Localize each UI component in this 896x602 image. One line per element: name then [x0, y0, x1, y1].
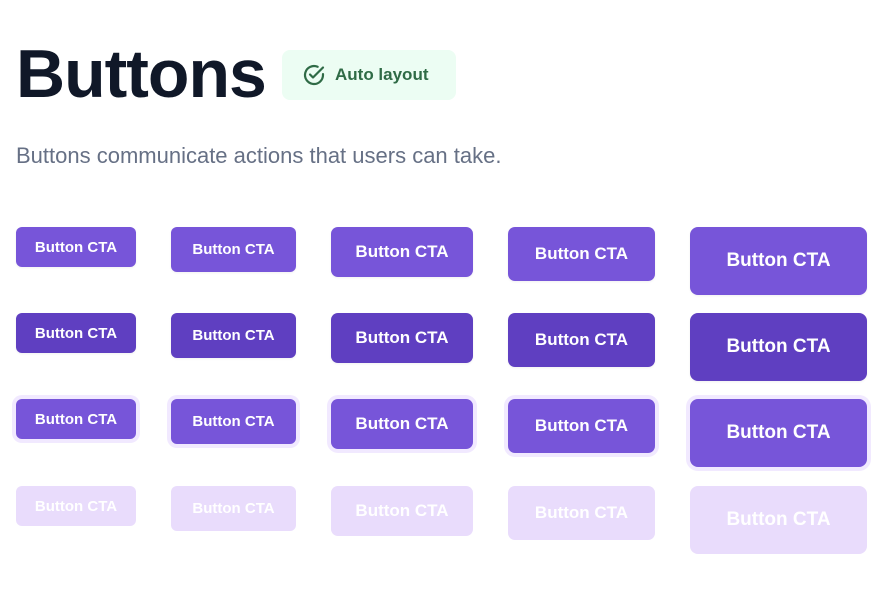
button-cta-md-default[interactable]: Button CTA	[171, 227, 296, 272]
button-cta-lg-focus[interactable]: Button CTA	[331, 399, 473, 449]
button-cta-2xl-disabled[interactable]: Button CTA	[690, 486, 867, 554]
button-cta-md-hover[interactable]: Button CTA	[171, 313, 296, 358]
button-cta-2xl-default[interactable]: Button CTA	[690, 227, 867, 295]
page-title: Buttons	[16, 36, 267, 112]
auto-layout-badge: Auto layout	[282, 50, 456, 100]
button-cta-xl-hover[interactable]: Button CTA	[508, 313, 655, 367]
button-cta-md-disabled[interactable]: Button CTA	[171, 486, 296, 531]
badge-label: Auto layout	[335, 65, 429, 84]
button-cta-lg-default[interactable]: Button CTA	[331, 227, 473, 277]
check-circle-icon	[302, 63, 326, 87]
button-cta-sm-focus[interactable]: Button CTA	[16, 399, 136, 439]
page-description: Buttons communicate actions that users c…	[16, 143, 502, 168]
button-cta-sm-disabled[interactable]: Button CTA	[16, 486, 136, 526]
button-cta-xl-disabled[interactable]: Button CTA	[508, 486, 655, 540]
button-cta-xl-focus[interactable]: Button CTA	[508, 399, 655, 453]
button-cta-sm-hover[interactable]: Button CTA	[16, 313, 136, 353]
button-cta-md-focus[interactable]: Button CTA	[171, 399, 296, 444]
button-cta-xl-default[interactable]: Button CTA	[508, 227, 655, 281]
button-cta-2xl-focus[interactable]: Button CTA	[690, 399, 867, 467]
button-cta-2xl-hover[interactable]: Button CTA	[690, 313, 867, 381]
button-cta-sm-default[interactable]: Button CTA	[16, 227, 136, 267]
page-header: Buttons	[16, 34, 267, 114]
button-cta-lg-hover[interactable]: Button CTA	[331, 313, 473, 363]
button-cta-lg-disabled[interactable]: Button CTA	[331, 486, 473, 536]
